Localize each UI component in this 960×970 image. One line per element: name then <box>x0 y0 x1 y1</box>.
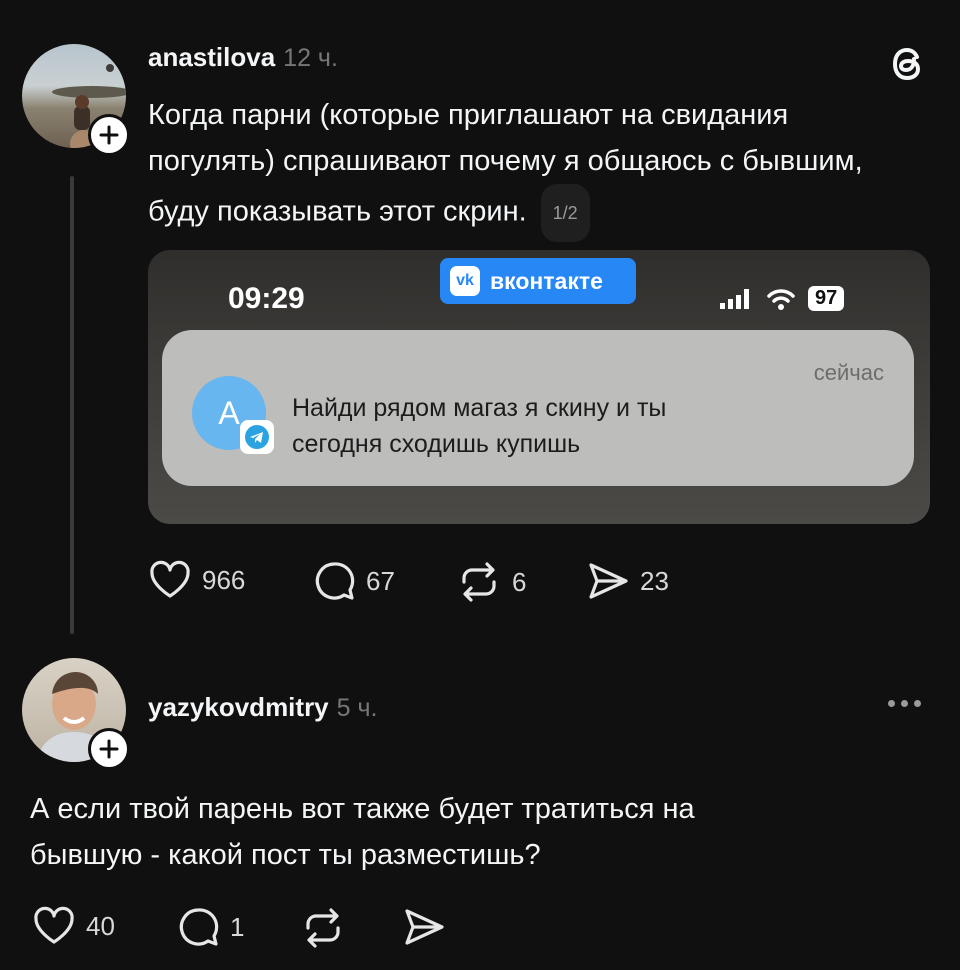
reply-follow-button[interactable] <box>88 728 130 770</box>
reply-like-count: 40 <box>86 910 115 941</box>
heart-icon <box>34 906 74 944</box>
send-icon <box>589 563 628 599</box>
like-button[interactable]: 966 <box>148 560 245 600</box>
reply-comment-button[interactable]: 1 <box>176 906 244 948</box>
notification-message: Найди рядом магаз я скину и ты сегодня с… <box>292 390 666 462</box>
comment-count: 67 <box>366 565 395 596</box>
like-count: 966 <box>202 564 246 595</box>
reply-comment-count: 1 <box>230 911 245 942</box>
reply-time: 5 ч. <box>336 694 378 722</box>
reply-like-button[interactable]: 40 <box>32 906 115 946</box>
message-line-2: сегодня сходишь купишь <box>292 430 581 458</box>
plus-icon <box>99 739 119 759</box>
status-icons: 97 <box>718 286 845 311</box>
wifi-icon <box>767 288 795 310</box>
media-pager: 1/2 <box>540 184 590 242</box>
repost-icon <box>306 908 340 948</box>
message-line-1: Найди рядом магаз я скину и ты <box>292 394 667 422</box>
vk-badge: vk вконтакте <box>440 258 636 304</box>
reply-line-2: бывшую - какой пост ты разместишь? <box>30 839 541 871</box>
status-time: 09:29 <box>228 282 305 315</box>
author-username[interactable]: anastilova <box>148 42 275 72</box>
reply-text: А если твой парень вот также будет трати… <box>30 786 695 878</box>
reply-line-1: А если твой парень вот также будет трати… <box>30 793 695 825</box>
vk-logo-icon: vk <box>450 266 480 296</box>
comment-button[interactable]: 67 <box>312 560 395 602</box>
reply-share-button[interactable] <box>402 906 446 948</box>
follow-button[interactable] <box>88 114 130 156</box>
avatar-letter: А <box>218 394 240 431</box>
notification-card: А сейчас Найди рядом магаз я скину и ты … <box>162 330 914 486</box>
vk-label: вконтакте <box>490 267 603 294</box>
share-button[interactable]: 23 <box>586 560 669 602</box>
send-icon <box>405 909 444 945</box>
post-header: anastilova 12 ч. <box>148 42 338 73</box>
reply-repost-button[interactable] <box>300 906 346 950</box>
thread-line <box>70 176 74 634</box>
post-text-block: Когда парни (которые приглашают на свида… <box>148 92 908 242</box>
post-time: 12 ч. <box>283 44 338 72</box>
comment-icon <box>315 562 355 600</box>
battery-indicator: 97 <box>808 286 845 311</box>
repost-count: 6 <box>512 566 527 597</box>
plus-icon <box>99 125 119 145</box>
share-count: 23 <box>640 565 669 596</box>
signal-icon <box>720 288 749 309</box>
battery-level: 97 <box>815 287 838 309</box>
reply-username[interactable]: yazykovdmitry <box>148 692 329 722</box>
repost-button[interactable]: 6 <box>456 560 526 604</box>
notification-time: сейчас <box>813 360 884 385</box>
post-image[interactable]: 09:29 vk вконтакте 97 А сейчас Найди ряд… <box>148 250 930 524</box>
post-text: Когда парни (которые приглашают на свида… <box>148 99 863 228</box>
reply-header: yazykovdmitry 5 ч. <box>148 692 377 723</box>
telegram-icon <box>240 420 274 454</box>
threads-logo-icon[interactable] <box>886 42 930 91</box>
comment-icon <box>179 908 219 946</box>
repost-icon <box>462 562 496 602</box>
heart-icon <box>150 560 190 598</box>
more-options-icon[interactable] <box>888 700 921 707</box>
